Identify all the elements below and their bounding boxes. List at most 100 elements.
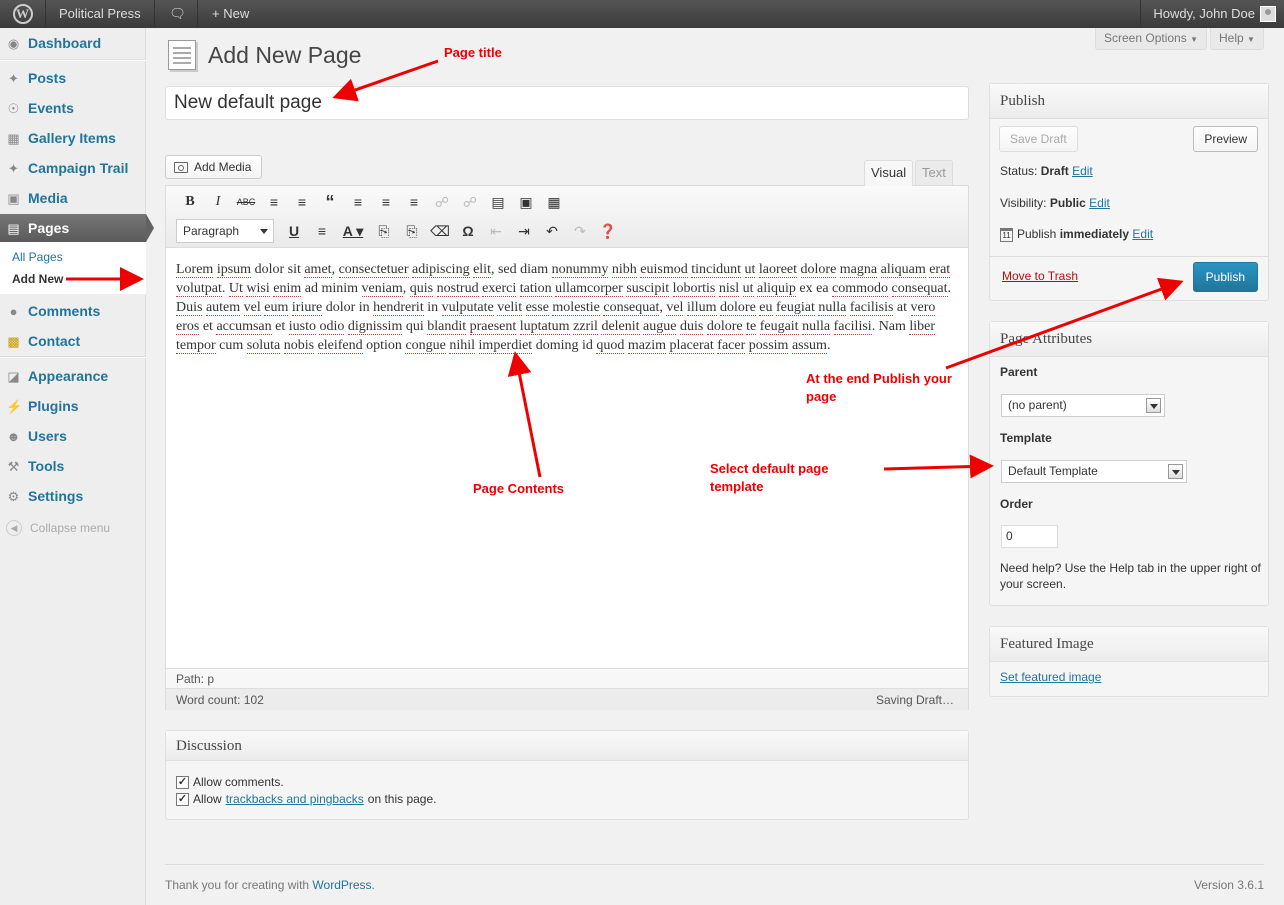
menu-settings[interactable]: ⚙ Settings xyxy=(0,482,146,510)
underline-icon[interactable]: U xyxy=(280,220,308,242)
text-color-icon[interactable]: A ▾ xyxy=(336,220,370,242)
edit-status-link[interactable]: Edit xyxy=(1072,164,1093,178)
publish-box-title[interactable]: Publish xyxy=(990,84,1268,119)
clear-formatting-icon[interactable]: ⌫ xyxy=(426,220,454,242)
text-run: . xyxy=(947,281,952,296)
help-button[interactable]: Help ▼ xyxy=(1210,28,1264,50)
menu-label: Settings xyxy=(28,488,84,504)
menu-contact[interactable]: ▩ Contact xyxy=(0,327,146,355)
account-menu[interactable]: Howdy, John Doe xyxy=(1140,0,1284,28)
spell-flagged-word: tempor xyxy=(176,338,216,354)
content-editor[interactable]: B I ABC ≡ ≡ “ ≡ ≡ ≡ ☍ ☍ ▤ ▣ ▦ Paragraph … xyxy=(165,185,969,710)
menu-pages[interactable]: ▤ Pages xyxy=(0,214,154,242)
page-header: Add New Page xyxy=(168,40,361,70)
more-tag-icon[interactable]: ▤ xyxy=(484,191,512,213)
menu-gallery-items[interactable]: ▦ Gallery Items xyxy=(0,124,146,152)
order-input[interactable]: 0 xyxy=(1001,525,1058,548)
kitchen-sink-icon[interactable]: ▦ xyxy=(540,191,568,213)
menu-tools[interactable]: ⚒ Tools xyxy=(0,452,146,480)
edit-schedule-link[interactable]: Edit xyxy=(1132,227,1153,241)
align-left-icon[interactable]: ≡ xyxy=(344,191,372,213)
page-attributes-title[interactable]: Page Attributes xyxy=(990,322,1268,357)
tab-text[interactable]: Text xyxy=(915,160,953,186)
trackbacks-link[interactable]: trackbacks and pingbacks xyxy=(226,792,364,806)
align-right-icon[interactable]: ≡ xyxy=(400,191,428,213)
indent-icon[interactable]: ⇥ xyxy=(510,220,538,242)
site-name-link[interactable]: Political Press xyxy=(46,0,155,28)
menu-label: Contact xyxy=(28,333,81,349)
discussion-title[interactable]: Discussion xyxy=(166,731,968,761)
align-center-icon[interactable]: ≡ xyxy=(372,191,400,213)
editor-toolbar: B I ABC ≡ ≡ “ ≡ ≡ ≡ ☍ ☍ ▤ ▣ ▦ Paragraph … xyxy=(166,186,968,248)
menu-appearance[interactable]: ◪ Appearance xyxy=(0,362,146,390)
annotation-publish-line-1: At the end Publish your xyxy=(806,371,952,386)
preview-button[interactable]: Preview xyxy=(1193,126,1258,152)
menu-comments[interactable]: ● Comments xyxy=(0,297,146,325)
screen-options-button[interactable]: Screen Options ▼ xyxy=(1095,28,1207,50)
featured-image-title[interactable]: Featured Image xyxy=(990,627,1268,662)
tab-visual[interactable]: Visual xyxy=(864,160,914,186)
menu-campaign-trail[interactable]: ✦ Campaign Trail xyxy=(0,154,146,182)
spell-flagged-word: vel xyxy=(666,300,684,316)
parent-select[interactable]: (no parent) xyxy=(1001,394,1165,417)
unlink-icon[interactable]: ☍ xyxy=(456,191,484,213)
paste-word-icon[interactable]: ⎘ xyxy=(398,220,426,242)
numbered-list-icon[interactable]: ≡ xyxy=(288,191,316,213)
add-media-button[interactable]: Add Media xyxy=(165,155,263,179)
wordpress-logo-menu[interactable]: W xyxy=(0,0,46,28)
comments-icon[interactable]: 🗨 xyxy=(158,0,198,28)
spell-flagged-word: lobortis xyxy=(672,281,716,297)
menu-plugins[interactable]: ⚡ Plugins xyxy=(0,392,146,420)
wordpress-link[interactable]: WordPress. xyxy=(312,878,374,892)
spell-flagged-word: mazim xyxy=(627,338,666,354)
format-select[interactable]: Paragraph xyxy=(176,219,274,243)
spell-flagged-word: praesent xyxy=(469,319,517,335)
move-to-trash-link[interactable]: Move to Trash xyxy=(1002,269,1078,283)
set-featured-image-link[interactable]: Set featured image xyxy=(1000,670,1101,684)
spell-flagged-word: molestie xyxy=(552,300,600,316)
allow-comments-checkbox[interactable]: ✓ xyxy=(176,775,189,789)
submenu-all-pages[interactable]: All Pages xyxy=(0,246,146,268)
bold-icon[interactable]: B xyxy=(176,191,204,213)
menu-dashboard[interactable]: ◉ Dashboard xyxy=(0,29,146,57)
justify-icon[interactable]: ≡ xyxy=(308,220,336,242)
spell-flagged-word: zzril xyxy=(573,319,598,335)
paste-text-icon[interactable]: ⎘ xyxy=(370,220,398,242)
bullet-list-icon[interactable]: ≡ xyxy=(260,191,288,213)
blockquote-icon[interactable]: “ xyxy=(316,191,344,213)
italic-icon[interactable]: I xyxy=(204,191,232,213)
annotation-publish-note: At the end Publish your page xyxy=(806,370,952,406)
menu-label: Gallery Items xyxy=(28,130,116,146)
editor-content[interactable]: Lorem ipsum dolor sit amet, consectetuer… xyxy=(176,260,960,355)
collapse-menu[interactable]: ◀ Collapse menu xyxy=(6,520,110,536)
menu-separator xyxy=(0,59,146,61)
menu-posts[interactable]: ✦ Posts xyxy=(0,64,146,92)
template-select[interactable]: Default Template xyxy=(1001,460,1187,483)
menu-users[interactable]: ☻ Users xyxy=(0,422,146,450)
outdent-icon[interactable]: ⇤ xyxy=(482,220,510,242)
spell-flagged-word: erat xyxy=(929,262,951,278)
strikethrough-icon[interactable]: ABC xyxy=(232,191,260,213)
schedule-label: Publish xyxy=(1017,227,1057,241)
footer-thanks-text: Thank you for creating with xyxy=(165,878,310,892)
edit-visibility-link[interactable]: Edit xyxy=(1089,196,1110,210)
submenu-add-new[interactable]: Add New xyxy=(0,268,146,290)
fullscreen-icon[interactable]: ▣ xyxy=(512,191,540,213)
save-draft-button[interactable]: Save Draft xyxy=(999,126,1078,152)
screen-options-label: Screen Options xyxy=(1104,31,1187,45)
menu-events[interactable]: ☉ Events xyxy=(0,94,146,122)
undo-icon[interactable]: ↶ xyxy=(538,220,566,242)
spell-flagged-word: tation xyxy=(519,281,552,297)
spell-flagged-word: eros xyxy=(176,319,200,335)
collapse-icon: ◀ xyxy=(6,520,22,536)
publish-button[interactable]: Publish xyxy=(1192,262,1258,292)
text-run: option xyxy=(362,338,406,353)
menu-media[interactable]: ▣ Media xyxy=(0,184,146,212)
link-icon[interactable]: ☍ xyxy=(428,191,456,213)
allow-pings-checkbox[interactable]: ✓ xyxy=(176,792,189,806)
help-icon[interactable]: ❓ xyxy=(594,220,622,242)
special-character-icon[interactable]: Ω xyxy=(454,220,482,242)
redo-icon[interactable]: ↷ xyxy=(566,220,594,242)
title-input[interactable]: New default page xyxy=(165,86,969,120)
new-content-menu[interactable]: + New xyxy=(198,0,263,28)
